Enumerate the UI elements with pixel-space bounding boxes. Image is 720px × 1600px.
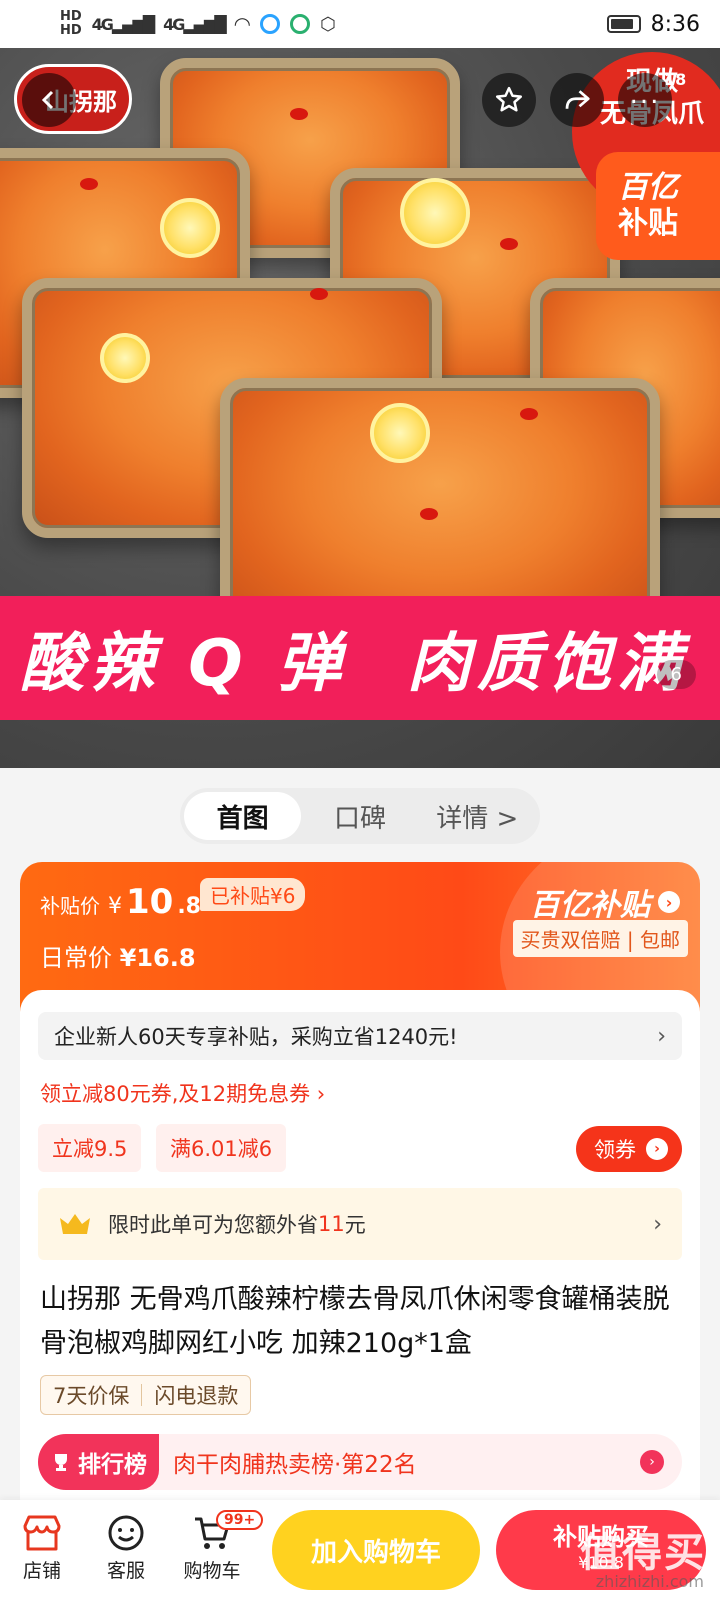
chili-slice xyxy=(310,288,328,300)
add-to-cart-button[interactable]: 加入购物车 xyxy=(272,1510,480,1590)
chat-face-icon xyxy=(108,1515,144,1551)
cart-count-badge: 18 xyxy=(664,70,687,89)
signal-icon-2: 4G▂▄▆█ xyxy=(163,14,227,34)
lemon-slice xyxy=(160,198,220,258)
enterprise-subsidy-notice[interactable]: 企业新人60天专享补贴，采购立省1240元! › xyxy=(38,1012,682,1060)
share-icon xyxy=(565,90,590,109)
chevron-left-icon xyxy=(41,90,54,110)
discount-chip: 立减9.5 xyxy=(38,1124,142,1172)
hand-icon: ⬡ xyxy=(320,13,336,35)
status-bar: HD HD 4G▂▄▆█ 4G▂▄▆█ ◠ ⬡ 8:36 xyxy=(0,0,720,48)
daily-price: 日常价 ¥16.8 xyxy=(40,944,196,972)
coupon-link[interactable]: 领立减80元券,及12期免息券 › xyxy=(40,1078,325,1108)
store-button[interactable]: 店铺 xyxy=(2,1510,82,1583)
chili-slice xyxy=(520,408,538,420)
site-watermark-url: zhizhizhi.com xyxy=(595,1572,704,1591)
share-button[interactable] xyxy=(550,73,604,127)
subsidy-tag: 百亿 补贴 xyxy=(596,152,720,260)
section-tabs: 首图 口碑 详情 > xyxy=(180,788,540,844)
tab-main-image[interactable]: 首图 xyxy=(184,792,302,840)
wifi-icon: ◠ xyxy=(234,12,251,36)
lemon-slice xyxy=(100,333,150,383)
trophy-icon xyxy=(55,1454,67,1471)
store-icon xyxy=(23,1515,61,1551)
tab-reviews[interactable]: 口碑 xyxy=(301,792,418,840)
chili-slice xyxy=(420,508,438,520)
lemon-slice xyxy=(400,178,470,248)
signal-icon: 4G▂▄▆█ xyxy=(91,14,156,34)
star-icon xyxy=(496,86,522,112)
crown-icon xyxy=(60,1214,90,1234)
product-title: 山拐那 无骨鸡爪酸辣柠檬去骨凤爪休闲零食罐桶装脱骨泡椒鸡脚网红小吃 加辣210g… xyxy=(40,1284,670,1359)
customer-service-button[interactable]: 客服 xyxy=(86,1510,166,1583)
lemon-slice xyxy=(370,403,430,463)
chevron-right-icon: › xyxy=(646,1138,668,1160)
chili-slice xyxy=(500,238,518,250)
hero-slogan-banner: 酸辣 Q 弹 肉质饱满 xyxy=(0,596,720,720)
app-icon xyxy=(260,14,281,34)
product-info-panel: 企业新人60天专享补贴，采购立省1240元! › 领立减80元券,及12期免息券… xyxy=(20,990,700,1520)
cart-button[interactable]: 购物车 99+ xyxy=(172,1510,264,1583)
subsidy-price: 补贴价 ¥ 10 .8 xyxy=(40,882,201,922)
site-watermark: 值得买 xyxy=(580,1530,706,1576)
rank-badge: 排行榜 xyxy=(38,1434,159,1490)
favorite-button[interactable] xyxy=(482,73,536,127)
tab-details[interactable]: 详情 > xyxy=(419,792,536,840)
chevron-right-icon: › xyxy=(657,1023,666,1049)
chevron-right-icon: › xyxy=(653,1211,662,1237)
get-coupon-button[interactable]: 领券 › xyxy=(576,1126,682,1172)
subsidized-chip: 已补贴¥6 xyxy=(200,878,306,911)
chevron-right-icon: › xyxy=(640,1450,664,1474)
image-counter: 6 xyxy=(656,660,696,689)
status-icons: HD HD 4G▂▄▆█ 4G▂▄▆█ ◠ ⬡ xyxy=(60,10,336,38)
product-detail-page: HDHD 4G▂▄▆█ 4G▂▄▆█ ◠ ⬡ 8:36 现做 xyxy=(0,0,720,1600)
chili-slice xyxy=(290,108,308,120)
service-tags[interactable]: 7天价保 闪电退款 xyxy=(40,1375,252,1415)
slogan-left: 酸辣 Q 弹 xyxy=(20,627,347,701)
more-icon: ... xyxy=(629,80,661,110)
app-icon-2 xyxy=(290,14,311,34)
threshold-discount-chip: 满6.01减6 xyxy=(156,1124,287,1172)
subsidy-program-link[interactable]: 百亿补贴 › xyxy=(530,880,680,924)
hd-icon: HD HD xyxy=(60,9,82,38)
chevron-right-icon: › xyxy=(658,891,680,913)
ranking-bar[interactable]: 排行榜 肉干肉脯热卖榜·第22名 › xyxy=(38,1434,682,1490)
cart-badge: 99+ xyxy=(216,1510,264,1530)
back-button[interactable] xyxy=(22,73,76,127)
extra-savings-bar[interactable]: 限时此单可为您额外省 11 元 › xyxy=(38,1188,682,1260)
slogan-right: 肉质饱满 xyxy=(406,627,687,701)
guarantee-pill: 买贵双倍赔 | 包邮 xyxy=(512,920,688,957)
battery-icon xyxy=(606,15,641,33)
clock: 8:36 xyxy=(650,11,700,37)
chili-slice xyxy=(80,178,98,190)
